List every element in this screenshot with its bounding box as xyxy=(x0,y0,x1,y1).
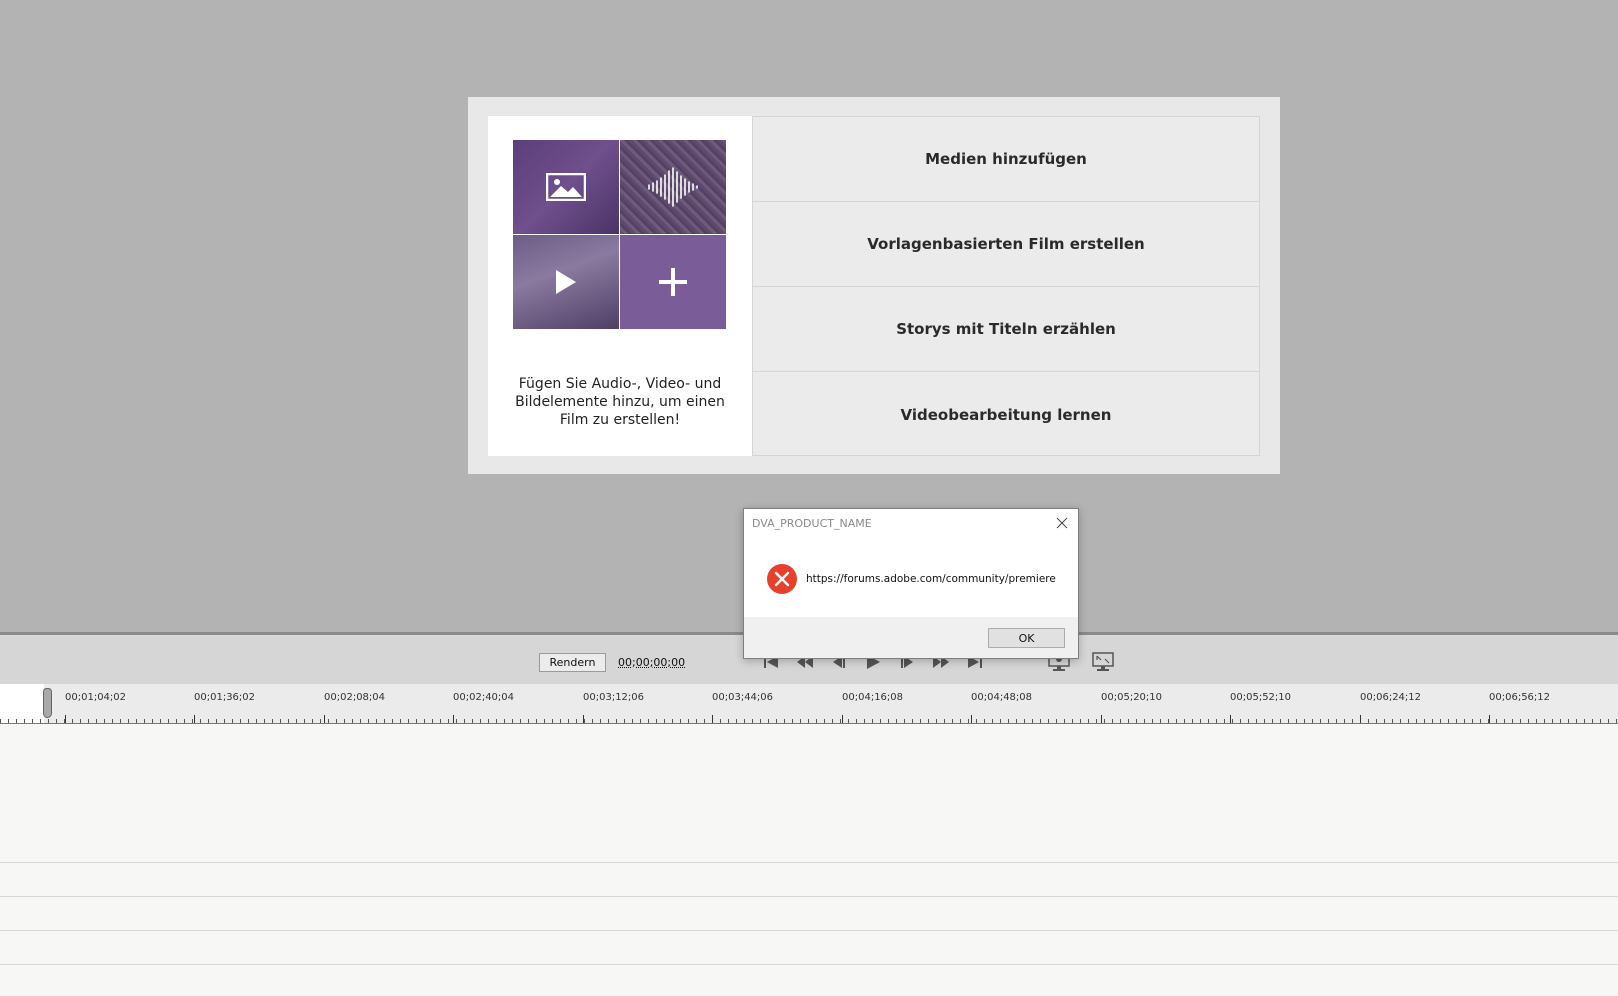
ruler-label: 00;05;52;10 xyxy=(1230,692,1292,703)
ruler-label: 00;05;20;10 xyxy=(1101,692,1163,703)
error-dialog: DVA_PRODUCT_NAME https://forums.adobe.co… xyxy=(743,508,1079,659)
ruler-major-tick xyxy=(842,715,843,723)
option-tell-stories[interactable]: Storys mit Titeln erzählen xyxy=(753,287,1259,372)
option-learn-editing[interactable]: Videobearbeitung lernen xyxy=(753,372,1259,457)
ruler-major-tick xyxy=(324,715,325,723)
add-tile[interactable] xyxy=(620,235,726,329)
option-template-movie[interactable]: Vorlagenbasierten Film erstellen xyxy=(753,202,1259,287)
ruler-label: 00;04;16;08 xyxy=(842,692,904,703)
timeline-ruler[interactable]: 00;01;04;02 00;01;36;02 00;02;08;04 00;0… xyxy=(0,684,1618,724)
play-icon xyxy=(513,235,619,329)
track-separator xyxy=(0,964,1618,965)
video-tile xyxy=(513,235,619,329)
current-timecode[interactable]: 00;00;00;00 xyxy=(618,653,685,672)
ruler-label: 00;02;40;04 xyxy=(453,692,515,703)
welcome-panel: Fügen Sie Audio-, Video- und Bildelement… xyxy=(468,97,1280,474)
audio-waveform-icon xyxy=(620,140,726,234)
ruler-major-tick xyxy=(583,715,584,723)
track-separator xyxy=(0,930,1618,931)
ruler-major-tick xyxy=(971,715,972,723)
dialog-footer: OK xyxy=(744,617,1078,658)
ruler-label: 00;06;56;12 xyxy=(1489,692,1551,703)
ruler-major-tick xyxy=(453,715,454,723)
ruler-label: 00;01;04;02 xyxy=(65,692,127,703)
track-separator xyxy=(0,862,1618,863)
ruler-major-tick xyxy=(194,715,195,723)
photo-tile xyxy=(513,140,619,234)
ruler-label: 00;02;08;04 xyxy=(324,692,386,703)
ruler-major-tick xyxy=(1489,715,1490,723)
welcome-options: Medien hinzufügen Vorlagenbasierten Film… xyxy=(752,116,1260,456)
ruler-label: 00;04;48;08 xyxy=(971,692,1033,703)
ruler-major-tick xyxy=(1360,715,1361,723)
playhead-handle[interactable] xyxy=(43,688,52,718)
track-separator xyxy=(0,896,1618,897)
media-mosaic xyxy=(513,140,726,329)
ruler-major-tick xyxy=(1101,715,1102,723)
audio-tile xyxy=(620,140,726,234)
ok-button[interactable]: OK xyxy=(988,628,1065,648)
ruler-major-tick xyxy=(1230,715,1231,723)
image-icon xyxy=(513,140,619,234)
error-icon xyxy=(766,563,798,595)
fullscreen-monitor-icon[interactable] xyxy=(1091,651,1115,673)
welcome-caption: Fügen Sie Audio-, Video- und Bildelement… xyxy=(515,376,725,428)
close-icon[interactable] xyxy=(1054,515,1070,531)
dialog-title: DVA_PRODUCT_NAME xyxy=(752,517,872,530)
ruler-major-tick xyxy=(65,715,66,723)
ruler-major-tick xyxy=(712,715,713,723)
ruler-label: 00;03;12;06 xyxy=(583,692,645,703)
render-button[interactable]: Rendern xyxy=(539,653,606,672)
plus-icon xyxy=(620,235,726,329)
ruler-label: 00;01;36;02 xyxy=(194,692,256,703)
welcome-media-card: Fügen Sie Audio-, Video- und Bildelement… xyxy=(488,116,752,456)
dialog-message: https://forums.adobe.com/community/premi… xyxy=(806,573,1056,585)
ruler-label: 00;06;24;12 xyxy=(1360,692,1422,703)
ruler-ticks xyxy=(0,715,1618,723)
option-add-media[interactable]: Medien hinzufügen xyxy=(753,117,1259,202)
ruler-label: 00;03;44;06 xyxy=(712,692,774,703)
timeline-tracks[interactable] xyxy=(0,724,1618,996)
